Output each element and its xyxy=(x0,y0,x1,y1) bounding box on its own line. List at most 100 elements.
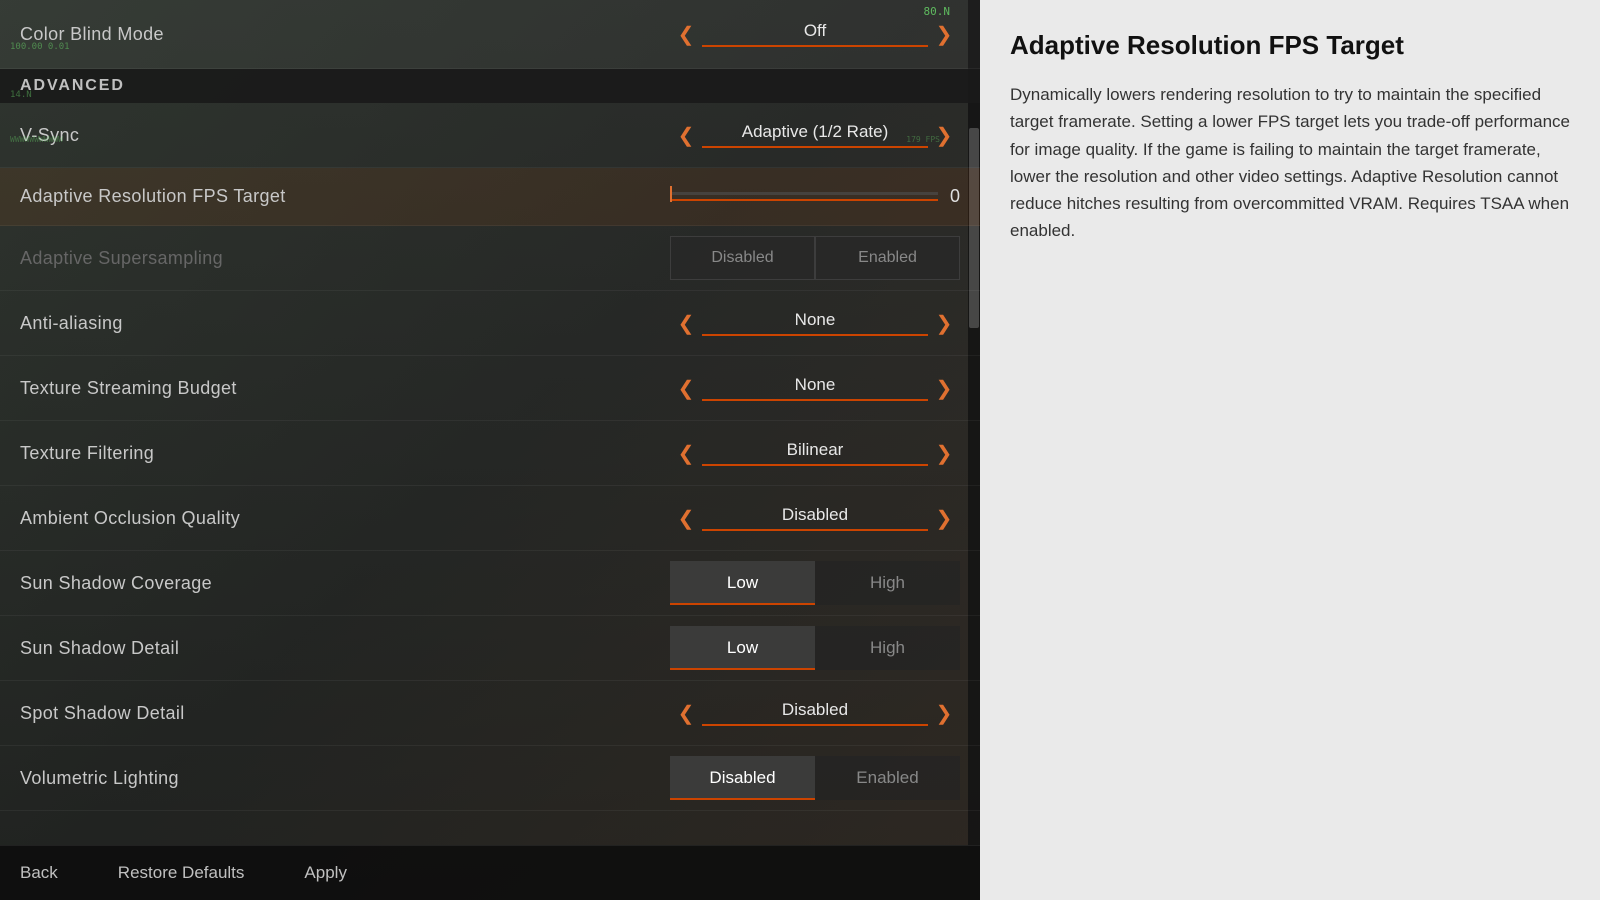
ambient-occlusion-control: ❮ Disabled ❯ xyxy=(670,496,960,540)
adaptive-supersampling-disabled-btn[interactable]: Disabled xyxy=(670,236,815,280)
volumetric-lighting-disabled-btn[interactable]: Disabled xyxy=(670,756,815,800)
ambient-occlusion-row: Ambient Occlusion Quality ❮ Disabled ❯ xyxy=(0,486,980,551)
vsync-next-btn[interactable]: ❯ xyxy=(928,113,960,157)
spot-shadow-detail-value-display: Disabled xyxy=(702,700,928,726)
texture-streaming-row: Texture Streaming Budget ❮ None ❯ xyxy=(0,356,980,421)
volumetric-lighting-control: Disabled Enabled xyxy=(670,756,960,800)
settings-content: Color Blind Mode ❮ Off ❯ ADVANCED V-Sync… xyxy=(0,0,980,811)
sun-shadow-detail-control: Low High xyxy=(670,626,960,670)
sun-shadow-coverage-high-label: High xyxy=(870,573,905,593)
ambient-occlusion-value-display: Disabled xyxy=(702,505,928,531)
settings-panel: 100.00 0.01 14.N 80.N WWWWWWWWWWW 179 FP… xyxy=(0,0,980,900)
texture-filtering-control: ❮ Bilinear ❯ xyxy=(670,431,960,475)
spot-shadow-detail-label: Spot Shadow Detail xyxy=(20,703,185,724)
texture-streaming-value-display: None xyxy=(702,375,928,401)
vsync-control: ❮ Adaptive (1/2 Rate) ❯ xyxy=(670,113,960,157)
anti-aliasing-next-btn[interactable]: ❯ xyxy=(928,301,960,345)
anti-aliasing-row: Anti-aliasing ❮ None ❯ xyxy=(0,291,980,356)
sun-shadow-detail-high-btn[interactable]: High xyxy=(815,626,960,670)
ambient-occlusion-value: Disabled xyxy=(702,505,928,525)
vsync-row: V-Sync ❮ Adaptive (1/2 Rate) ❯ xyxy=(0,103,980,168)
sun-shadow-coverage-low-btn[interactable]: Low xyxy=(670,561,815,605)
texture-streaming-prev-btn[interactable]: ❮ xyxy=(670,366,702,410)
advanced-header: ADVANCED xyxy=(20,77,125,94)
spot-shadow-detail-next-btn[interactable]: ❯ xyxy=(928,691,960,735)
spot-shadow-detail-control: ❮ Disabled ❯ xyxy=(670,691,960,735)
adaptive-res-slider-bar[interactable] xyxy=(670,192,938,195)
sun-shadow-detail-row: Sun Shadow Detail Low High xyxy=(0,616,980,681)
color-blind-value: Off xyxy=(702,21,928,41)
vsync-prev-btn[interactable]: ❮ xyxy=(670,113,702,157)
restore-defaults-button[interactable]: Restore Defaults xyxy=(118,863,245,883)
sun-shadow-coverage-label: Sun Shadow Coverage xyxy=(20,573,212,594)
anti-aliasing-underline xyxy=(702,334,928,336)
color-blind-prev-btn[interactable]: ❮ xyxy=(670,12,702,56)
color-blind-label: Color Blind Mode xyxy=(20,24,164,45)
anti-aliasing-label: Anti-aliasing xyxy=(20,313,123,334)
texture-streaming-value: None xyxy=(702,375,928,395)
ambient-occlusion-label: Ambient Occlusion Quality xyxy=(20,508,240,529)
anti-aliasing-prev-btn[interactable]: ❮ xyxy=(670,301,702,345)
anti-aliasing-value-display: None xyxy=(702,310,928,336)
vsync-value-display: Adaptive (1/2 Rate) xyxy=(702,122,928,148)
ambient-occlusion-prev-btn[interactable]: ❮ xyxy=(670,496,702,540)
spot-shadow-detail-prev-btn[interactable]: ❮ xyxy=(670,691,702,735)
anti-aliasing-control: ❮ None ❯ xyxy=(670,301,960,345)
texture-filtering-prev-btn[interactable]: ❮ xyxy=(670,431,702,475)
sun-shadow-detail-label: Sun Shadow Detail xyxy=(20,638,179,659)
volumetric-lighting-disabled-underline xyxy=(670,798,815,800)
sun-shadow-detail-high-label: High xyxy=(870,638,905,658)
volumetric-lighting-enabled-btn[interactable]: Enabled xyxy=(815,756,960,800)
description-body: Dynamically lowers rendering resolution … xyxy=(1010,81,1570,244)
adaptive-res-slider-container xyxy=(670,192,938,201)
description-title: Adaptive Resolution FPS Target xyxy=(1010,30,1570,61)
sun-shadow-coverage-row: Sun Shadow Coverage Low High xyxy=(0,551,980,616)
back-button[interactable]: Back xyxy=(20,863,58,883)
adaptive-resolution-label: Adaptive Resolution FPS Target xyxy=(20,186,286,207)
ambient-occlusion-next-btn[interactable]: ❯ xyxy=(928,496,960,540)
texture-streaming-next-btn[interactable]: ❯ xyxy=(928,366,960,410)
adaptive-supersampling-enabled-btn[interactable]: Enabled xyxy=(815,236,960,280)
ambient-occlusion-underline xyxy=(702,529,928,531)
volumetric-lighting-disabled-label: Disabled xyxy=(709,768,775,788)
sun-shadow-coverage-low-label: Low xyxy=(727,573,758,593)
adaptive-supersampling-label: Adaptive Supersampling xyxy=(20,248,223,269)
anti-aliasing-value: None xyxy=(702,310,928,330)
adaptive-supersampling-control: Disabled Enabled xyxy=(670,236,960,280)
texture-filtering-value: Bilinear xyxy=(702,440,928,460)
texture-streaming-control: ❮ None ❯ xyxy=(670,366,960,410)
vsync-label: V-Sync xyxy=(20,125,79,146)
spot-shadow-detail-value: Disabled xyxy=(702,700,928,720)
adaptive-resolution-value: 0 xyxy=(950,186,960,207)
texture-streaming-underline xyxy=(702,399,928,401)
sun-shadow-detail-low-label: Low xyxy=(727,638,758,658)
bottom-bar: Back Restore Defaults Apply xyxy=(0,845,980,900)
color-blind-underline xyxy=(702,45,928,47)
texture-filtering-row: Texture Filtering ❮ Bilinear ❯ xyxy=(0,421,980,486)
advanced-header-row: ADVANCED xyxy=(0,69,980,103)
spot-shadow-detail-underline xyxy=(702,724,928,726)
volumetric-lighting-row: Volumetric Lighting Disabled Enabled xyxy=(0,746,980,811)
color-blind-mode-row: Color Blind Mode ❮ Off ❯ xyxy=(0,0,980,69)
adaptive-supersampling-row: Adaptive Supersampling Disabled Enabled xyxy=(0,226,980,291)
texture-streaming-label: Texture Streaming Budget xyxy=(20,378,237,399)
sun-shadow-coverage-high-btn[interactable]: High xyxy=(815,561,960,605)
description-panel: Adaptive Resolution FPS Target Dynamical… xyxy=(980,0,1600,900)
texture-filtering-label: Texture Filtering xyxy=(20,443,154,464)
color-blind-value-display: Off xyxy=(702,21,928,47)
vsync-underline xyxy=(702,146,928,148)
texture-filtering-next-btn[interactable]: ❯ xyxy=(928,431,960,475)
color-blind-next-btn[interactable]: ❯ xyxy=(928,12,960,56)
adaptive-res-cursor xyxy=(670,186,672,202)
adaptive-resolution-control: 0 xyxy=(670,186,960,207)
sun-shadow-coverage-control: Low High xyxy=(670,561,960,605)
adaptive-resolution-row: Adaptive Resolution FPS Target 0 xyxy=(0,168,980,226)
color-blind-control: ❮ Off ❯ xyxy=(670,12,960,56)
sun-shadow-detail-low-underline xyxy=(670,668,815,670)
sun-shadow-detail-low-btn[interactable]: Low xyxy=(670,626,815,670)
spot-shadow-detail-row: Spot Shadow Detail ❮ Disabled ❯ xyxy=(0,681,980,746)
sun-shadow-coverage-low-underline xyxy=(670,603,815,605)
texture-filtering-value-display: Bilinear xyxy=(702,440,928,466)
apply-button[interactable]: Apply xyxy=(304,863,347,883)
volumetric-lighting-label: Volumetric Lighting xyxy=(20,768,179,789)
